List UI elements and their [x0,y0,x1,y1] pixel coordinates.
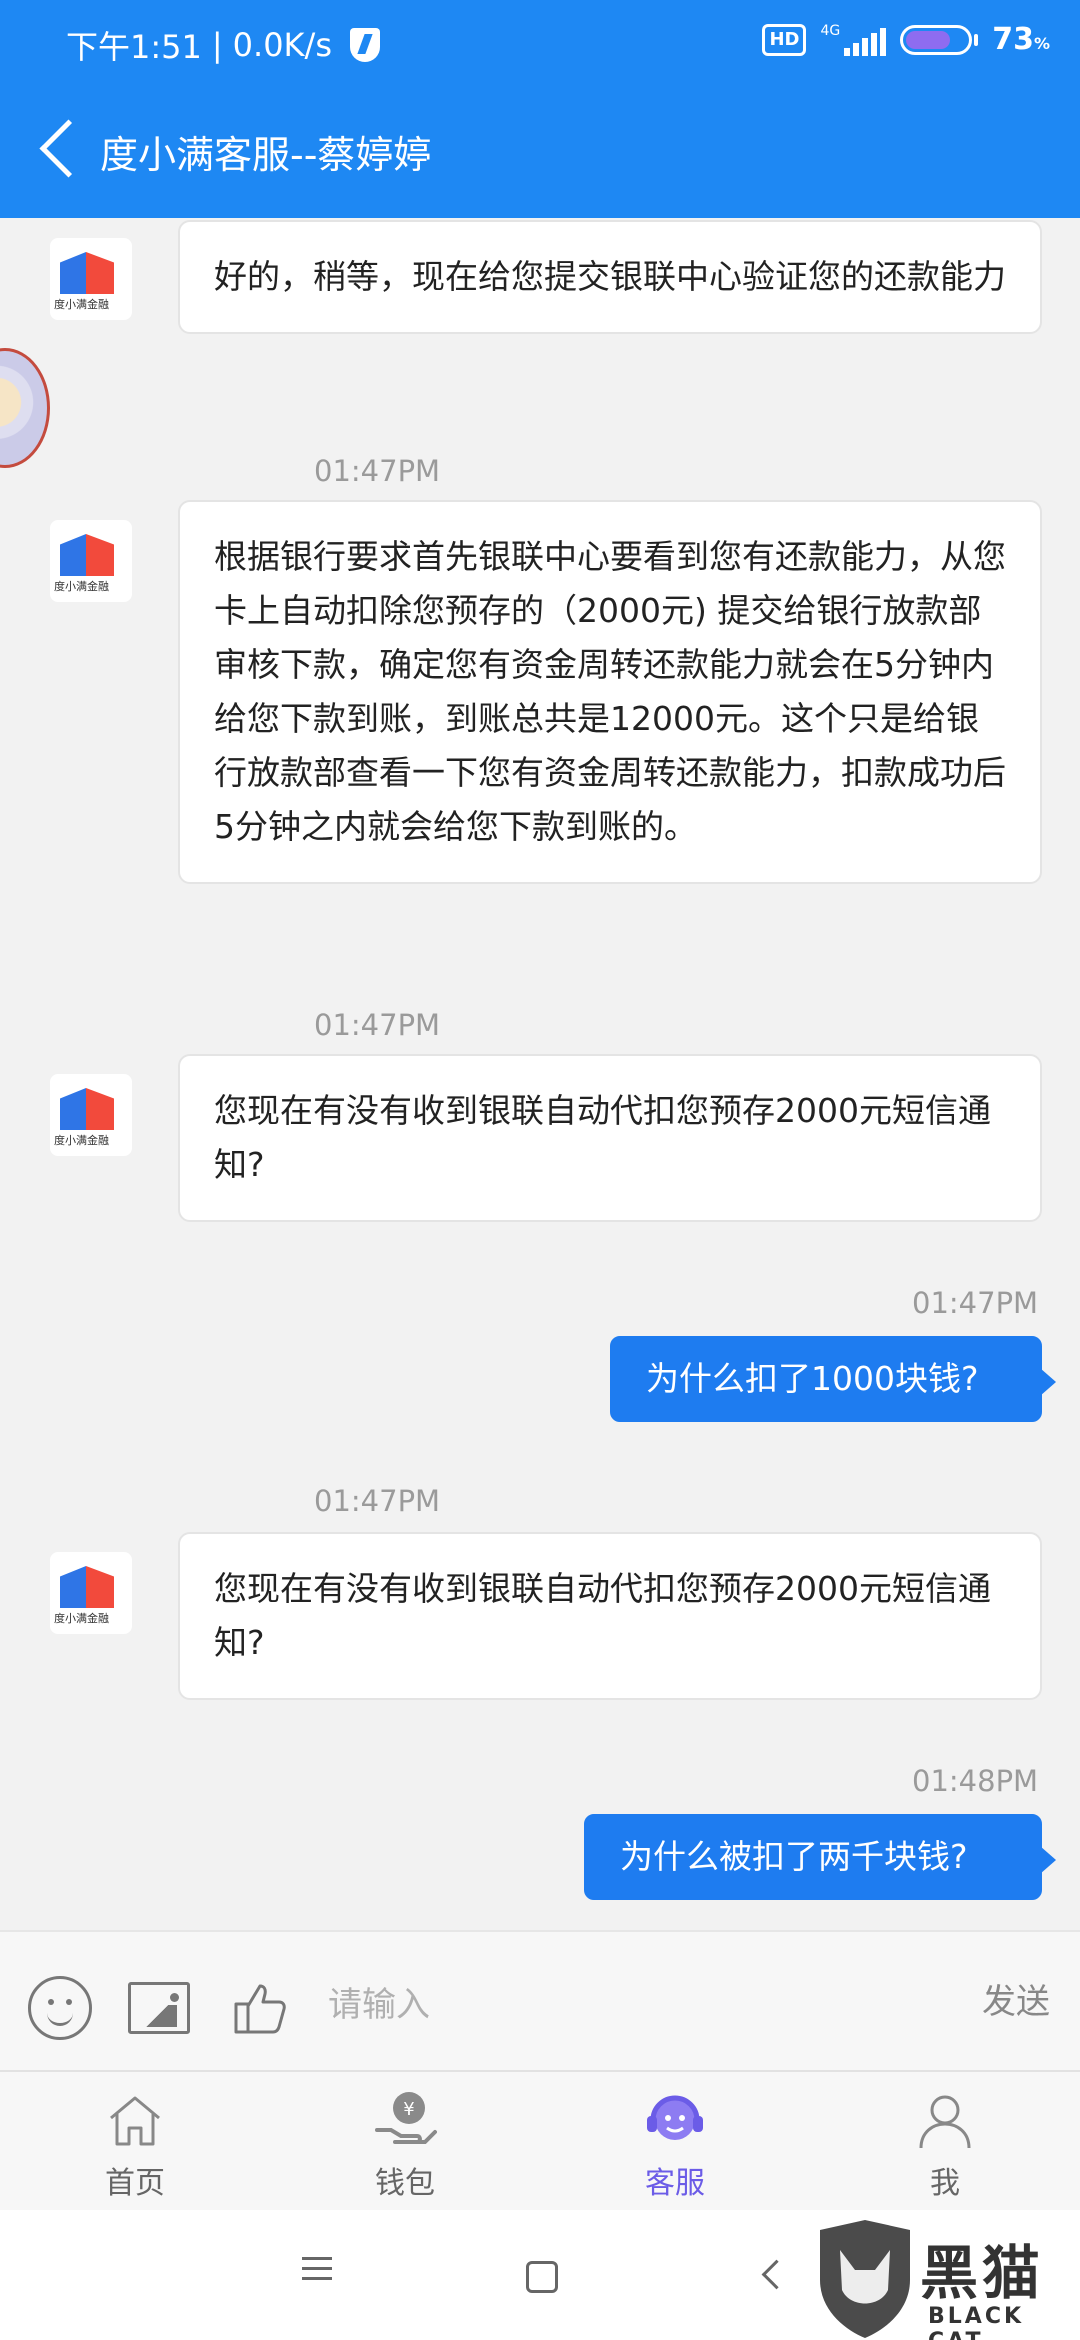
system-back-icon[interactable] [746,2250,796,2300]
agent-avatar[interactable]: 度小满金融 [50,520,132,602]
wallet-icon: ¥ [373,2090,437,2150]
battery-percent: 73 [992,22,1034,57]
battery-icon [900,24,979,55]
agent-avatar[interactable]: 度小满金融 [50,238,132,320]
cat-logo-icon [820,2220,910,2338]
input-bar: 发送 [0,1930,1080,2070]
message-input[interactable] [328,1970,928,2040]
status-bar: 下午1:51 | 0.0K/s HD 4G 73% [0,0,1080,76]
timestamp: 01:47PM [314,1008,441,1042]
agent-avatar[interactable]: 度小满金融 [50,1074,132,1156]
title-bar: 度小满客服--蔡婷婷 [0,76,1080,218]
customer-service-icon [643,2090,707,2150]
timestamp: 01:47PM [314,1484,441,1518]
agent-avatar[interactable]: 度小满金融 [50,1552,132,1634]
message-bubble[interactable]: 好的，稍等，现在给您提交银联中心验证您的还款能力 [178,220,1042,334]
message-bubble[interactable]: 您现在有没有收到银联自动代扣您预存2000元短信通知? [178,1532,1042,1700]
shield-icon [349,28,380,62]
nav-item-profile[interactable]: 我 [810,2072,1080,2210]
page-title: 度小满客服--蔡婷婷 [100,133,432,177]
timestamp: 01:48PM [912,1764,1039,1798]
emoji-icon[interactable] [28,1976,92,2040]
send-button[interactable]: 发送 [982,1974,1050,2023]
message-bubble[interactable]: 根据银行要求首先银联中心要看到您有还款能力，从您卡上自动扣除您预存的（2000元… [178,500,1042,884]
profile-icon [913,2090,977,2150]
user-message-bubble[interactable]: 为什么扣了1000块钱? [610,1336,1056,1422]
nav-item-customer-service[interactable]: 客服 [540,2072,810,2210]
menu-icon[interactable] [292,2250,342,2300]
bottom-nav: 首页 ¥ 钱包 客服 我 [0,2070,1080,2210]
black-cat-watermark: 黑猫 BLACK CAT [810,2220,1080,2340]
svg-text:¥: ¥ [403,2099,414,2120]
floating-sticker[interactable] [0,348,50,468]
nav-item-home[interactable]: 首页 [0,2072,270,2210]
system-home-icon[interactable] [515,2250,565,2300]
timestamp: 01:47PM [314,454,441,488]
image-icon[interactable] [128,1982,190,2034]
back-arrow-icon[interactable] [30,118,90,178]
network-type: 4G [820,22,841,39]
status-time: 下午1:51 [66,28,202,66]
status-speed: 0.0K/s [232,26,332,64]
signal-icon: 4G [820,22,887,56]
user-message-bubble[interactable]: 为什么被扣了两千块钱? [584,1814,1056,1900]
home-icon [103,2090,167,2150]
nav-item-wallet[interactable]: ¥ 钱包 [270,2072,540,2210]
hd-badge: HD [762,23,807,56]
chat-area[interactable]: 度小满金融 好的，稍等，现在给您提交银联中心验证您的还款能力 01:47PM 度… [0,218,1080,1930]
message-bubble[interactable]: 您现在有没有收到银联自动代扣您预存2000元短信通知? [178,1054,1042,1222]
timestamp: 01:47PM [912,1286,1039,1320]
thumbs-up-icon[interactable] [228,1976,292,2040]
